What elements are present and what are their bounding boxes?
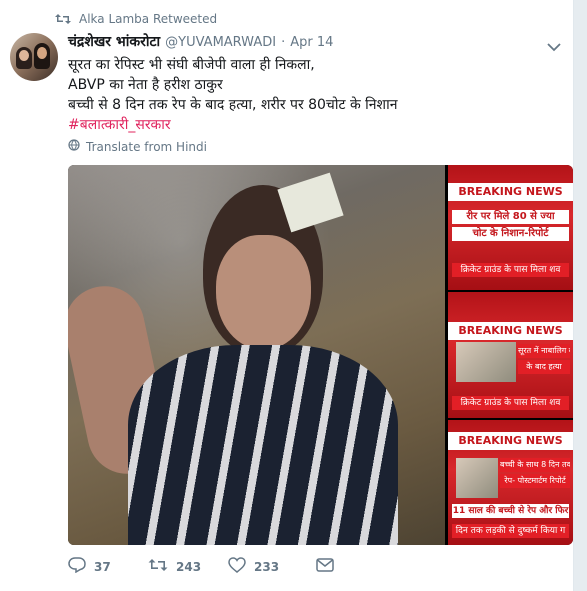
tweet-line: बच्ची से 8 दिन तक रेप के बाद हत्या, शरीर…	[68, 97, 398, 113]
author-handle[interactable]: @YUVAMARWADI	[165, 35, 276, 50]
tweet-header: चंद्रशेखर भांकरोटा @YUVAMARWADI · Apr 14	[68, 32, 333, 51]
tweet-line: ABVP का नेता है हरीश ठाकुर	[68, 77, 223, 93]
like-button[interactable]: 233	[228, 557, 316, 576]
news-ticker: क्रिकेट ग्राउंड के पास मिला शव	[452, 396, 569, 410]
reply-icon	[68, 557, 86, 576]
retweet-icon	[55, 13, 71, 25]
tweet-text: सूरत का रेपिस्ट भी संघी बीजेपी वाला ही न…	[68, 55, 558, 135]
like-count: 233	[254, 559, 280, 574]
news-ticker: क्रिकेट ग्राउंड के पास मिला शव	[452, 263, 569, 277]
hashtag-link[interactable]: #बलात्कारी_सरकार	[68, 115, 558, 135]
headline-line: रीर पर मिले 80 से ज्या	[452, 210, 569, 224]
tweet-line: सूरत का रेपिस्ट भी संघी बीजेपी वाला ही न…	[68, 57, 315, 73]
retweet-button[interactable]: 243	[148, 558, 228, 575]
author-name[interactable]: चंद्रशेखर भांकरोटा	[68, 32, 160, 51]
direct-message-button[interactable]	[316, 558, 334, 575]
retweet-context: Alka Lamba Retweeted	[55, 12, 217, 26]
translate-link[interactable]: Translate from Hindi	[68, 139, 207, 154]
headline-line: रेप- पोस्टमार्टम रिपोर्ट	[500, 474, 570, 488]
news-thumbnail-2[interactable]: BREAKING NEWS सूरत में नाबालिग की रे के …	[448, 292, 573, 418]
reply-button[interactable]: 37	[68, 557, 148, 576]
headline-line: के बाद हत्या	[518, 360, 570, 374]
headline-line: चोट के निशान-रिपोर्ट	[452, 227, 569, 241]
breaking-news-banner: BREAKING NEWS	[448, 183, 573, 201]
headline-line: सूरत में नाबालिग की रे	[518, 344, 570, 358]
reply-count: 37	[94, 559, 111, 574]
globe-icon	[68, 139, 80, 154]
headline-line: बच्ची के साथ 8 दिन तक	[500, 458, 570, 472]
translate-label: Translate from Hindi	[86, 139, 207, 154]
chevron-down-icon[interactable]	[547, 37, 561, 52]
separator-dot: ·	[281, 35, 286, 50]
tweet-date[interactable]: Apr 14	[290, 35, 333, 50]
tweet-card[interactable]: Alka Lamba Retweeted चंद्रशेखर भांकरोटा …	[0, 0, 574, 591]
main-photo[interactable]	[68, 165, 445, 545]
news-ticker: दिन तक लड़की से दुष्कर्म किया ग	[452, 524, 569, 538]
headline-line: 11 साल की बच्ची से रेप और फिर	[452, 504, 569, 518]
retweet-icon	[148, 558, 168, 575]
tweet-actions: 37 243 233	[68, 557, 334, 576]
news-thumbnail-3[interactable]: BREAKING NEWS बच्ची के साथ 8 दिन तक रेप-…	[448, 420, 573, 545]
breaking-news-banner: BREAKING NEWS	[448, 322, 573, 340]
news-thumbnail-1[interactable]: BREAKING NEWS रीर पर मिले 80 से ज्या चोट…	[448, 165, 573, 290]
media-grid: BREAKING NEWS रीर पर मिले 80 से ज्या चोट…	[68, 165, 573, 545]
retweet-label: Alka Lamba Retweeted	[79, 12, 218, 26]
avatar[interactable]	[10, 33, 58, 81]
heart-icon	[228, 557, 246, 576]
retweet-count: 243	[176, 559, 202, 574]
envelope-icon	[316, 558, 334, 575]
breaking-news-banner: BREAKING NEWS	[448, 432, 573, 450]
